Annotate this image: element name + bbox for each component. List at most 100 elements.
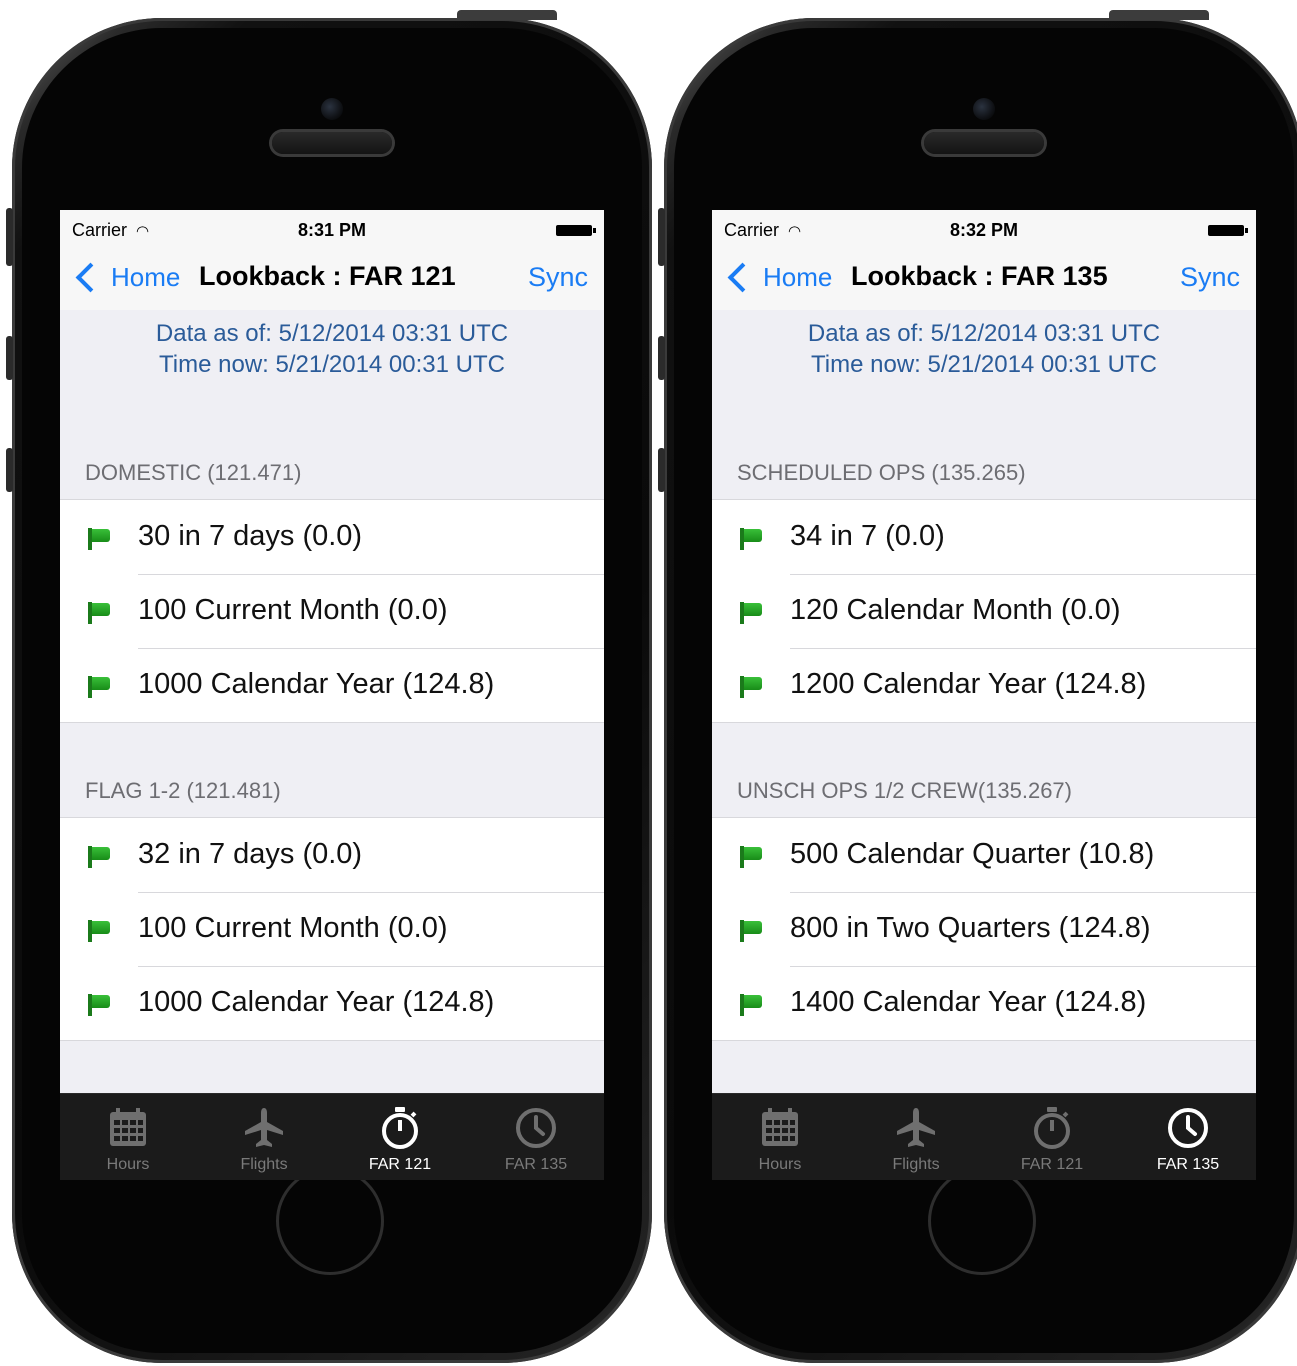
- volume-down-button: [658, 448, 665, 492]
- power-button: [1109, 10, 1209, 20]
- limit-row-label: 1000 Calendar Year (124.8): [138, 668, 495, 700]
- limit-row[interactable]: 34 in 7 (0.0): [712, 500, 1256, 574]
- tab-far-121[interactable]: FAR 121: [984, 1094, 1120, 1180]
- earpiece-speaker: [272, 132, 392, 154]
- stopwatch-icon: [1031, 1106, 1073, 1155]
- limit-row-label: 30 in 7 days (0.0): [138, 520, 363, 552]
- green-flag-icon: [740, 994, 764, 1016]
- back-button[interactable]: Home: [74, 262, 180, 293]
- earpiece-speaker: [924, 132, 1044, 154]
- limit-row-label: 32 in 7 days (0.0): [138, 838, 363, 870]
- app-screen: Carrier ◠ 8:32 PM Home Lookback : FAR 13…: [712, 210, 1256, 1180]
- limit-row-label: 1000 Calendar Year (124.8): [138, 986, 495, 1018]
- section-header: UNSCH OPS 1/2 CREW(135.267): [737, 778, 1072, 803]
- section-group: 32 in 7 days (0.0) 100 Current Month (0.…: [60, 817, 604, 1041]
- tab-hours[interactable]: Hours: [60, 1094, 196, 1180]
- volume-up-button: [6, 336, 13, 380]
- battery-icon: [1208, 225, 1248, 236]
- airplane-icon: [895, 1106, 937, 1153]
- section-header: SCHEDULED OPS (135.265): [737, 460, 1026, 485]
- tab-label: FAR 121: [368, 1156, 432, 1173]
- green-flag-icon: [740, 920, 764, 942]
- chevron-left-icon: [75, 262, 106, 293]
- volume-down-button: [6, 448, 13, 492]
- green-flag-icon: [740, 676, 764, 698]
- time-now-text: Time now: 5/21/2014 00:31 UTC: [811, 351, 1157, 378]
- status-time: 8:32 PM: [949, 220, 1019, 240]
- tab-label: FAR 135: [1156, 1156, 1220, 1173]
- tab-label: FAR 135: [504, 1156, 568, 1173]
- navigation-bar: Home Lookback : FAR 135 Sync: [712, 248, 1256, 310]
- stopwatch-icon: [379, 1106, 421, 1155]
- tab-label: Flights: [892, 1156, 940, 1173]
- tab-label: Hours: [758, 1156, 802, 1173]
- limit-row[interactable]: 1400 Calendar Year (124.8): [712, 966, 1256, 1040]
- tab-label: Hours: [106, 1156, 150, 1173]
- section-header: DOMESTIC (121.471): [85, 460, 302, 485]
- status-time: 8:31 PM: [297, 220, 367, 240]
- sync-button[interactable]: Sync: [528, 262, 588, 293]
- limit-row-label: 1400 Calendar Year (124.8): [790, 986, 1147, 1018]
- home-button[interactable]: [928, 1167, 1036, 1275]
- navigation-bar: Home Lookback : FAR 121 Sync: [60, 248, 604, 310]
- data-as-of-text: Data as of: 5/12/2014 03:31 UTC: [807, 320, 1161, 347]
- tab-flights[interactable]: Flights: [196, 1094, 332, 1180]
- limit-row[interactable]: 30 in 7 days (0.0): [60, 500, 604, 574]
- limit-row[interactable]: 100 Current Month (0.0): [60, 892, 604, 966]
- section-header: FLAG 1-2 (121.481): [85, 778, 281, 803]
- back-button-label: Home: [111, 262, 181, 292]
- sync-button[interactable]: Sync: [1180, 262, 1240, 293]
- back-button[interactable]: Home: [726, 262, 832, 293]
- airplane-icon: [243, 1106, 285, 1153]
- home-button[interactable]: [276, 1167, 384, 1275]
- page-title: Lookback : FAR 135: [851, 261, 1108, 291]
- power-button: [457, 10, 557, 20]
- limit-row-label: 500 Calendar Quarter (10.8): [790, 838, 1155, 870]
- section-group: 34 in 7 (0.0) 120 Calendar Month (0.0) 1…: [712, 499, 1256, 723]
- data-as-of-text: Data as of: 5/12/2014 03:31 UTC: [155, 320, 509, 347]
- green-flag-icon: [88, 846, 112, 868]
- status-bar: Carrier ◠ 8:31 PM: [60, 210, 604, 248]
- tab-far-135[interactable]: FAR 135: [468, 1094, 604, 1180]
- limit-row[interactable]: 120 Calendar Month (0.0): [712, 574, 1256, 648]
- mute-switch: [658, 208, 665, 266]
- front-camera: [973, 98, 995, 120]
- green-flag-icon: [88, 920, 112, 942]
- limit-row[interactable]: 1200 Calendar Year (124.8): [712, 648, 1256, 722]
- limit-row[interactable]: 32 in 7 days (0.0): [60, 818, 604, 892]
- limit-row[interactable]: 800 in Two Quarters (124.8): [712, 892, 1256, 966]
- limit-row[interactable]: 1000 Calendar Year (124.8): [60, 648, 604, 722]
- limit-row[interactable]: 100 Current Month (0.0): [60, 574, 604, 648]
- data-timestamp-info: Data as of: 5/12/2014 03:31 UTC Time now…: [712, 318, 1256, 380]
- back-button-label: Home: [763, 262, 833, 292]
- clock-icon: [514, 1106, 558, 1155]
- green-flag-icon: [88, 994, 112, 1016]
- tab-far-121[interactable]: FAR 121: [332, 1094, 468, 1180]
- tab-flights[interactable]: Flights: [848, 1094, 984, 1180]
- green-flag-icon: [88, 676, 112, 698]
- tab-hours[interactable]: Hours: [712, 1094, 848, 1180]
- limit-row-label: 100 Current Month (0.0): [138, 594, 448, 626]
- data-timestamp-info: Data as of: 5/12/2014 03:31 UTC Time now…: [60, 318, 604, 380]
- iphone-frame-far135: Carrier ◠ 8:32 PM Home Lookback : FAR 13…: [658, 10, 1297, 1363]
- limit-row-label: 800 in Two Quarters (124.8): [790, 912, 1151, 944]
- limit-row[interactable]: 500 Calendar Quarter (10.8): [712, 818, 1256, 892]
- limit-row[interactable]: 1000 Calendar Year (124.8): [60, 966, 604, 1040]
- clock-icon: [1166, 1106, 1210, 1155]
- tab-far-135[interactable]: FAR 135: [1120, 1094, 1256, 1180]
- tab-bar: Hours Flights FAR 121 FAR 135: [712, 1093, 1256, 1180]
- tab-bar: Hours Flights FAR 121 FAR 135: [60, 1093, 604, 1180]
- time-now-text: Time now: 5/21/2014 00:31 UTC: [159, 351, 505, 378]
- iphone-frame-far121: Carrier ◠ 8:31 PM Home Lookback : FAR 12…: [6, 10, 652, 1363]
- limit-row-label: 120 Calendar Month (0.0): [790, 594, 1121, 626]
- limit-row-label: 100 Current Month (0.0): [138, 912, 448, 944]
- green-flag-icon: [740, 846, 764, 868]
- green-flag-icon: [88, 602, 112, 624]
- limit-row-label: 1200 Calendar Year (124.8): [790, 668, 1147, 700]
- calendar-icon: [108, 1106, 148, 1153]
- tab-label: FAR 121: [1020, 1156, 1084, 1173]
- chevron-left-icon: [727, 262, 758, 293]
- front-camera: [321, 98, 343, 120]
- mute-switch: [6, 208, 13, 266]
- section-group: 30 in 7 days (0.0) 100 Current Month (0.…: [60, 499, 604, 723]
